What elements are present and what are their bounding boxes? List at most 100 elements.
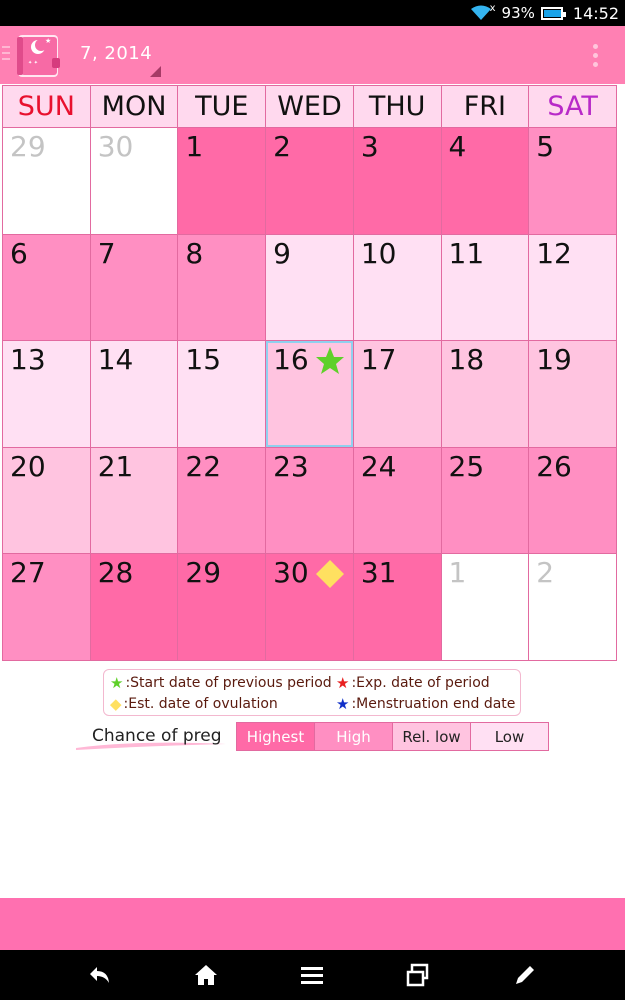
day-cell[interactable]: 29 — [2, 127, 91, 235]
day-number: 23 — [273, 449, 309, 483]
weekday-tue: TUE — [177, 85, 267, 128]
weekday-mon: MON — [89, 85, 179, 128]
day-number: 29 — [10, 130, 46, 163]
day-cell[interactable]: 31 — [352, 553, 442, 661]
day-number: 18 — [448, 343, 485, 377]
day-cell[interactable]: 8 — [177, 233, 267, 342]
legend-exp-period-text: :Exp. date of period — [351, 675, 490, 691]
green-star-icon — [315, 347, 344, 375]
day-cell[interactable]: 21 — [89, 446, 179, 555]
day-number: 22 — [185, 449, 222, 483]
day-number: 30 — [97, 130, 134, 163]
day-cell[interactable]: 1 — [440, 553, 530, 661]
recent-apps-icon[interactable] — [405, 962, 431, 988]
day-number: 26 — [536, 449, 572, 483]
green-star-icon: ★ — [110, 674, 124, 692]
legend: ★ :Start date of previous period ★ :Exp.… — [103, 669, 521, 716]
chance-of-preg-text: Chance of preg — [92, 726, 222, 746]
day-cell[interactable]: 30 — [265, 553, 354, 661]
day-cell[interactable]: 15 — [177, 340, 267, 448]
day-cell[interactable]: 1 — [177, 127, 267, 235]
day-cell[interactable]: 13 — [2, 340, 91, 448]
legend-start-prev: ★ :Start date of previous period — [110, 674, 332, 692]
menu-icon[interactable] — [2, 46, 10, 64]
day-cell[interactable]: 29 — [177, 553, 267, 661]
battery-icon — [540, 6, 566, 20]
day-cell[interactable]: 26 — [528, 446, 617, 555]
day-number: 15 — [185, 343, 222, 377]
day-cell[interactable]: 17 — [352, 340, 442, 448]
day-number: 1 — [185, 130, 204, 163]
edit-icon[interactable] — [512, 962, 538, 988]
day-cell[interactable]: 24 — [352, 446, 442, 555]
svg-text:★: ★ — [45, 37, 51, 45]
month-title[interactable]: 7, 2014 — [80, 43, 152, 64]
weekday-wed: WED — [265, 85, 354, 128]
day-number: 17 — [360, 343, 397, 377]
chance-level-high: High — [314, 722, 393, 751]
day-number: 20 — [10, 449, 46, 483]
day-number: 8 — [185, 236, 204, 270]
day-cell[interactable]: 9 — [265, 233, 354, 342]
day-cell[interactable]: 25 — [440, 446, 530, 555]
day-number: 12 — [536, 236, 572, 270]
day-cell[interactable]: 14 — [89, 340, 179, 448]
status-bar: x 93% 14:52 — [0, 0, 625, 26]
day-cell[interactable]: 12 — [528, 233, 617, 342]
day-cell[interactable]: 7 — [89, 233, 179, 342]
month-dropdown-caret-icon[interactable] — [150, 66, 161, 77]
day-number: 3 — [360, 130, 379, 163]
day-number: 16 — [273, 343, 309, 377]
menu-lines-icon[interactable] — [299, 962, 325, 988]
day-number: 30 — [273, 556, 309, 590]
day-number: 31 — [360, 556, 397, 590]
day-cell[interactable]: 18 — [440, 340, 530, 448]
day-number: 27 — [10, 556, 46, 590]
day-number: 5 — [536, 130, 555, 163]
day-number: 7 — [97, 236, 116, 270]
day-cell[interactable]: 23 — [265, 446, 354, 555]
chance-level-low: Low — [470, 722, 549, 751]
day-cell[interactable]: 11 — [440, 233, 530, 342]
red-star-icon: ★ — [336, 674, 350, 692]
day-cell[interactable]: 30 — [89, 127, 179, 235]
day-cell[interactable]: 2 — [528, 553, 617, 661]
blue-star-icon: ★ — [336, 695, 350, 713]
day-cell[interactable]: 5 — [528, 127, 617, 235]
day-cell[interactable]: 6 — [2, 233, 91, 342]
day-cell[interactable]: 16 — [265, 340, 354, 448]
yellow-diamond-icon — [315, 560, 344, 589]
legend-menstruation-end: ★ :Menstruation end date — [336, 695, 515, 713]
day-number: 28 — [97, 556, 134, 590]
legend-exp-period: ★ :Exp. date of period — [336, 674, 490, 692]
day-number: 19 — [536, 343, 572, 377]
weekday-fri: FRI — [440, 85, 530, 128]
day-cell[interactable]: 3 — [352, 127, 442, 235]
day-number: 2 — [536, 556, 555, 590]
app-bar: ★ ✦ ✦ 7, 2014 — [0, 26, 625, 84]
weekday-sat: SAT — [528, 85, 617, 128]
chance-of-preg-label: Chance of preg — [76, 724, 230, 752]
day-number: 13 — [10, 343, 46, 377]
weekday-thu: THU — [352, 85, 442, 128]
day-number: 1 — [448, 556, 467, 590]
back-icon[interactable] — [87, 962, 113, 988]
legend-start-prev-text: :Start date of previous period — [125, 675, 332, 691]
day-cell[interactable]: 19 — [528, 340, 617, 448]
overflow-menu-icon[interactable] — [593, 44, 599, 71]
day-number: 6 — [10, 236, 28, 270]
day-cell[interactable]: 27 — [2, 553, 91, 661]
day-cell[interactable]: 28 — [89, 553, 179, 661]
day-cell[interactable]: 22 — [177, 446, 267, 555]
day-number: 11 — [448, 236, 485, 270]
system-nav-bar — [0, 950, 625, 1000]
home-icon[interactable] — [193, 962, 219, 988]
day-cell[interactable]: 10 — [352, 233, 442, 342]
day-cell[interactable]: 2 — [265, 127, 354, 235]
chance-scale: Highest High Rel. low Low — [236, 722, 549, 751]
app-diary-icon[interactable]: ★ ✦ ✦ — [14, 31, 62, 79]
weekday-header: SUN MON TUE WED THU FRI SAT — [2, 85, 623, 128]
day-cell[interactable]: 4 — [440, 127, 530, 235]
day-number: 4 — [448, 130, 467, 163]
day-cell[interactable]: 20 — [2, 446, 91, 555]
